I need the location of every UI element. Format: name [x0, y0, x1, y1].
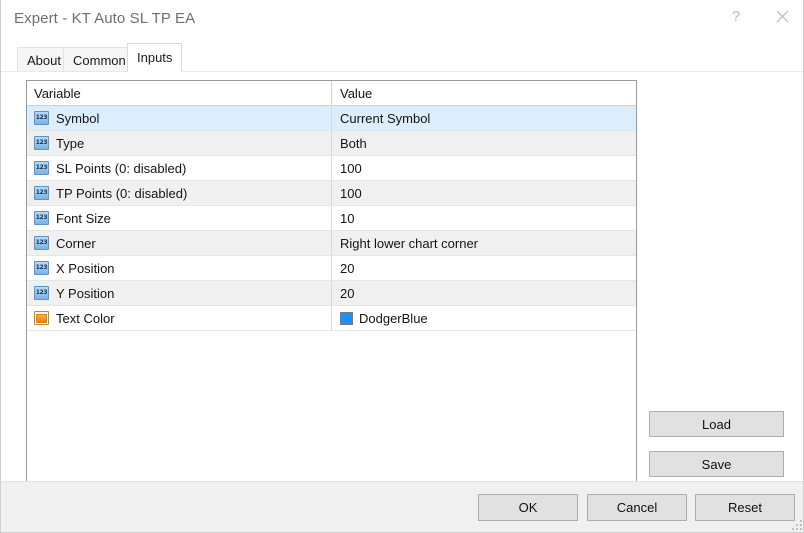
- tab-inputs-label: Inputs: [137, 50, 173, 65]
- reset-button-label: Reset: [728, 500, 762, 515]
- tab-common-label: Common: [73, 52, 126, 68]
- row-value-cell[interactable]: DodgerBlue: [332, 306, 636, 330]
- numeric-123-icon: [34, 211, 49, 225]
- reset-button[interactable]: Reset: [695, 494, 795, 521]
- text-color-swatch: [340, 311, 353, 325]
- numeric-123-icon: [34, 286, 49, 300]
- ok-button[interactable]: OK: [478, 494, 578, 521]
- help-icon[interactable]: ?: [713, 0, 759, 32]
- row-value-cell[interactable]: 100: [332, 156, 636, 180]
- row-variable-cell: Corner: [27, 231, 332, 255]
- row-variable-cell: Type: [27, 131, 332, 155]
- color-swatch-icon: [34, 311, 49, 325]
- table-row[interactable]: Corner Right lower chart corner: [27, 231, 636, 256]
- close-x-glyph: [776, 10, 788, 22]
- numeric-123-icon: [34, 186, 49, 200]
- row-variable-cell: X Position: [27, 256, 332, 280]
- row-value-cell[interactable]: Current Symbol: [332, 106, 636, 130]
- numeric-123-icon: [34, 111, 49, 125]
- cancel-button[interactable]: Cancel: [587, 494, 687, 521]
- tab-strip: About Common Inputs: [1, 40, 803, 72]
- row-variable-cell: Y Position: [27, 281, 332, 305]
- numeric-123-icon: [34, 261, 49, 275]
- tab-inputs[interactable]: Inputs: [127, 43, 183, 72]
- table-row[interactable]: Y Position 20: [27, 281, 636, 306]
- tab-common[interactable]: Common: [63, 47, 136, 72]
- tab-about-label: About: [27, 52, 61, 68]
- window-title: Expert - KT Auto SL TP EA: [14, 10, 196, 27]
- row-value-cell[interactable]: 20: [332, 256, 636, 280]
- cancel-button-label: Cancel: [616, 500, 658, 515]
- help-glyph: ?: [731, 7, 741, 25]
- table-row[interactable]: SL Points (0: disabled) 100: [27, 156, 636, 181]
- title-bar: Expert - KT Auto SL TP EA ?: [1, 0, 803, 40]
- row-variable-cell: SL Points (0: disabled): [27, 156, 332, 180]
- table-row[interactable]: Font Size 10: [27, 206, 636, 231]
- load-button-label: Load: [702, 416, 731, 432]
- row-value-cell[interactable]: Right lower chart corner: [332, 231, 636, 255]
- numeric-123-icon: [34, 136, 49, 150]
- table-row[interactable]: Text Color DodgerBlue: [27, 306, 636, 331]
- expert-properties-dialog: Expert - KT Auto SL TP EA ? About Common…: [0, 0, 804, 533]
- inputs-panel: Variable Value Symbol Current Symbol: [1, 71, 803, 485]
- dialog-footer: OK Cancel Reset: [1, 481, 803, 532]
- row-variable-cell: Symbol: [27, 106, 332, 130]
- save-button[interactable]: Save: [649, 451, 784, 477]
- numeric-123-icon: [34, 161, 49, 175]
- column-header-value: Value: [340, 85, 373, 101]
- row-variable-cell: Font Size: [27, 206, 332, 230]
- row-value-cell[interactable]: 100: [332, 181, 636, 205]
- row-value-cell[interactable]: 10: [332, 206, 636, 230]
- resize-grip[interactable]: [791, 519, 802, 530]
- row-variable-cell: Text Color: [27, 306, 332, 330]
- close-icon[interactable]: [759, 0, 803, 32]
- row-value-cell[interactable]: 20: [332, 281, 636, 305]
- ok-button-label: OK: [518, 500, 538, 515]
- save-button-label: Save: [701, 456, 732, 472]
- row-variable-cell: TP Points (0: disabled): [27, 181, 332, 205]
- row-value-cell[interactable]: Both: [332, 131, 636, 155]
- column-header-variable: Variable: [27, 81, 332, 105]
- table-row[interactable]: Symbol Current Symbol: [27, 106, 636, 131]
- numeric-123-icon: [34, 236, 49, 250]
- table-row[interactable]: TP Points (0: disabled) 100: [27, 181, 636, 206]
- load-button[interactable]: Load: [649, 411, 784, 437]
- table-row[interactable]: X Position 20: [27, 256, 636, 281]
- table-row[interactable]: Type Both: [27, 131, 636, 156]
- parameters-table[interactable]: Variable Value Symbol Current Symbol: [26, 80, 637, 485]
- table-header-row: Variable Value: [27, 81, 636, 106]
